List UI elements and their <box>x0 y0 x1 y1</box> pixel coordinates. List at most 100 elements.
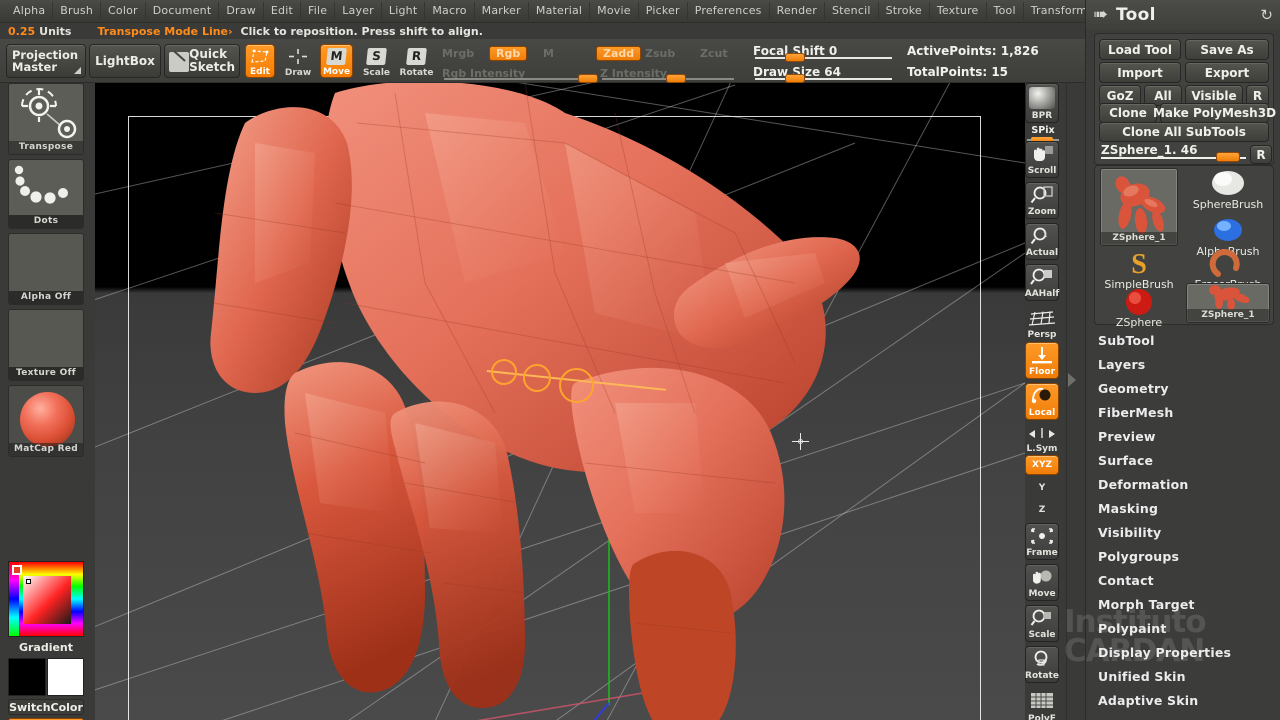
menu-item-alpha[interactable]: Alpha <box>6 2 54 20</box>
menu-item-stroke[interactable]: Stroke <box>879 2 930 20</box>
back-arrow-icon[interactable]: ➠ <box>1093 6 1109 24</box>
tool-menu-visibility[interactable]: Visibility <box>1098 525 1161 540</box>
tool-menu-deformation[interactable]: Deformation <box>1098 477 1188 492</box>
tool-thumb-zsphere-1[interactable]: ZSphere_1 <box>1186 283 1270 323</box>
quick-sketch-button[interactable]: Quick Sketch <box>164 44 240 78</box>
transpose-handle-start[interactable] <box>491 359 517 385</box>
rotate-view-button[interactable]: Rotate <box>1025 646 1059 683</box>
panel-divider[interactable] <box>1061 83 1085 720</box>
menu-item-brush[interactable]: Brush <box>53 2 102 20</box>
draw-mode-button[interactable]: Draw <box>283 44 313 78</box>
save-as-button[interactable]: Save As <box>1185 39 1269 60</box>
local-symmetry-button[interactable]: L.Sym <box>1025 423 1059 455</box>
transpose-mode-label[interactable]: Transpose Mode Line› <box>97 25 232 38</box>
color-mode-swatch-icon[interactable] <box>12 565 22 575</box>
secondary-color-swatch[interactable] <box>47 658 84 696</box>
tool-menu-preview[interactable]: Preview <box>1098 429 1156 444</box>
lightbox-button[interactable]: LightBox <box>89 44 161 78</box>
menu-item-layer[interactable]: Layer <box>335 2 382 20</box>
menu-item-render[interactable]: Render <box>770 2 825 20</box>
edit-mode-button[interactable]: Edit <box>245 44 275 78</box>
active-tool-r-button[interactable]: R <box>1250 145 1272 164</box>
scroll-button[interactable]: Scroll <box>1025 141 1059 178</box>
tool-menu-adaptive-skin[interactable]: Adaptive Skin <box>1098 693 1198 708</box>
tool-menu-polygroups[interactable]: Polygroups <box>1098 549 1179 564</box>
menu-item-color[interactable]: Color <box>101 2 146 20</box>
menu-item-movie[interactable]: Movie <box>590 2 639 20</box>
zsub-toggle[interactable]: Zsub <box>645 47 675 60</box>
gradient-label[interactable]: Gradient <box>8 641 84 654</box>
clone-all-subtools-button[interactable]: Clone All SubTools <box>1099 122 1269 142</box>
zadd-toggle[interactable]: Zadd <box>596 46 642 61</box>
focal-shift-track[interactable] <box>755 57 892 59</box>
aahalf-button[interactable]: AAHalf <box>1025 264 1059 301</box>
mrgb-toggle[interactable]: Mrgb <box>442 47 474 60</box>
active-tool-slider-knob[interactable] <box>1216 152 1240 162</box>
material-selector[interactable]: MatCap Red Wa <box>8 385 84 457</box>
menu-item-document[interactable]: Document <box>146 2 220 20</box>
color-picker[interactable] <box>8 561 84 637</box>
load-tool-button[interactable]: Load Tool <box>1099 39 1181 60</box>
main-color-swatch[interactable] <box>8 658 46 696</box>
rotate-z-button[interactable]: Z <box>1025 499 1059 521</box>
projection-master-button[interactable]: Projection Master <box>6 44 86 78</box>
menu-item-preferences[interactable]: Preferences <box>688 2 770 20</box>
z-intensity-knob[interactable] <box>666 74 686 83</box>
tool-thumb-selected-zsphere1[interactable]: ZSphere_1 <box>1100 168 1178 246</box>
rgb-toggle[interactable]: Rgb <box>489 46 528 61</box>
export-button[interactable]: Export <box>1185 62 1269 83</box>
tool-menu-geometry[interactable]: Geometry <box>1098 381 1169 396</box>
scale-mode-button[interactable]: S Scale <box>360 44 393 78</box>
menu-item-file[interactable]: File <box>301 2 336 20</box>
xyz-rotate-button[interactable]: XYZ <box>1025 455 1059 475</box>
menu-item-material[interactable]: Material <box>529 2 591 20</box>
menu-item-edit[interactable]: Edit <box>264 2 301 20</box>
color-sv-handle[interactable] <box>26 579 31 584</box>
m-toggle[interactable]: M <box>543 47 554 60</box>
tool-menu-fibermesh[interactable]: FiberMesh <box>1098 405 1173 420</box>
refresh-icon[interactable]: ↻ <box>1260 6 1273 24</box>
zoom-button[interactable]: Zoom <box>1025 182 1059 219</box>
move-view-button[interactable]: Move <box>1025 564 1059 601</box>
menu-item-marker[interactable]: Marker <box>475 2 529 20</box>
scale-view-button[interactable]: Scale <box>1025 605 1059 642</box>
menu-item-picker[interactable]: Picker <box>639 2 688 20</box>
local-transform-button[interactable]: Local <box>1025 383 1059 420</box>
canvas-viewport[interactable] <box>95 83 1025 720</box>
tool-thumb-sphere-brush[interactable]: SphereBrush <box>1186 168 1270 214</box>
tool-menu-layers[interactable]: Layers <box>1098 357 1145 372</box>
transpose-handle-end[interactable] <box>559 368 594 403</box>
rgb-intensity-knob[interactable] <box>578 74 598 83</box>
rotate-mode-button[interactable]: R Rotate <box>398 44 435 78</box>
polyframe-button[interactable]: PolyF <box>1025 688 1059 720</box>
tool-menu-unified-skin[interactable]: Unified Skin <box>1098 669 1186 684</box>
menu-item-macro[interactable]: Macro <box>425 2 475 20</box>
tool-menu-contact[interactable]: Contact <box>1098 573 1154 588</box>
menu-item-draw[interactable]: Draw <box>219 2 264 20</box>
divider-collapse-icon[interactable] <box>1068 373 1076 387</box>
clone-button[interactable]: Clone <box>1099 103 1157 123</box>
draw-size-track[interactable] <box>755 78 892 80</box>
brush-selector[interactable]: Transpose <box>8 83 84 155</box>
rgb-intensity-track[interactable] <box>444 78 584 80</box>
zsphere-model[interactable] <box>95 83 1025 720</box>
actual-size-button[interactable]: 1 Actual <box>1025 223 1059 260</box>
menu-item-light[interactable]: Light <box>382 2 426 20</box>
draw-size-knob[interactable] <box>785 74 805 83</box>
tool-menu-subtool[interactable]: SubTool <box>1098 333 1155 348</box>
move-mode-button[interactable]: M Move <box>320 44 353 78</box>
tool-menu-masking[interactable]: Masking <box>1098 501 1158 516</box>
stroke-selector[interactable]: Dots <box>8 159 84 229</box>
transpose-handle-middle[interactable] <box>523 364 551 392</box>
rotate-y-button[interactable]: Y <box>1025 477 1059 499</box>
menu-item-tool[interactable]: Tool <box>987 2 1024 20</box>
tool-menu-surface[interactable]: Surface <box>1098 453 1153 468</box>
frame-button[interactable]: Frame <box>1025 523 1059 560</box>
tool-thumb-zsphere[interactable]: ZSphere <box>1100 288 1178 332</box>
tool-menu-polypaint[interactable]: Polypaint <box>1098 621 1167 636</box>
bpr-render-button[interactable]: BPR <box>1025 83 1059 123</box>
menu-item-texture[interactable]: Texture <box>930 2 987 20</box>
texture-selector[interactable]: Texture Off <box>8 309 84 381</box>
make-polymesh3d-button[interactable]: Make PolyMesh3D <box>1153 103 1276 123</box>
switch-color-button[interactable]: SwitchColor <box>8 699 84 715</box>
